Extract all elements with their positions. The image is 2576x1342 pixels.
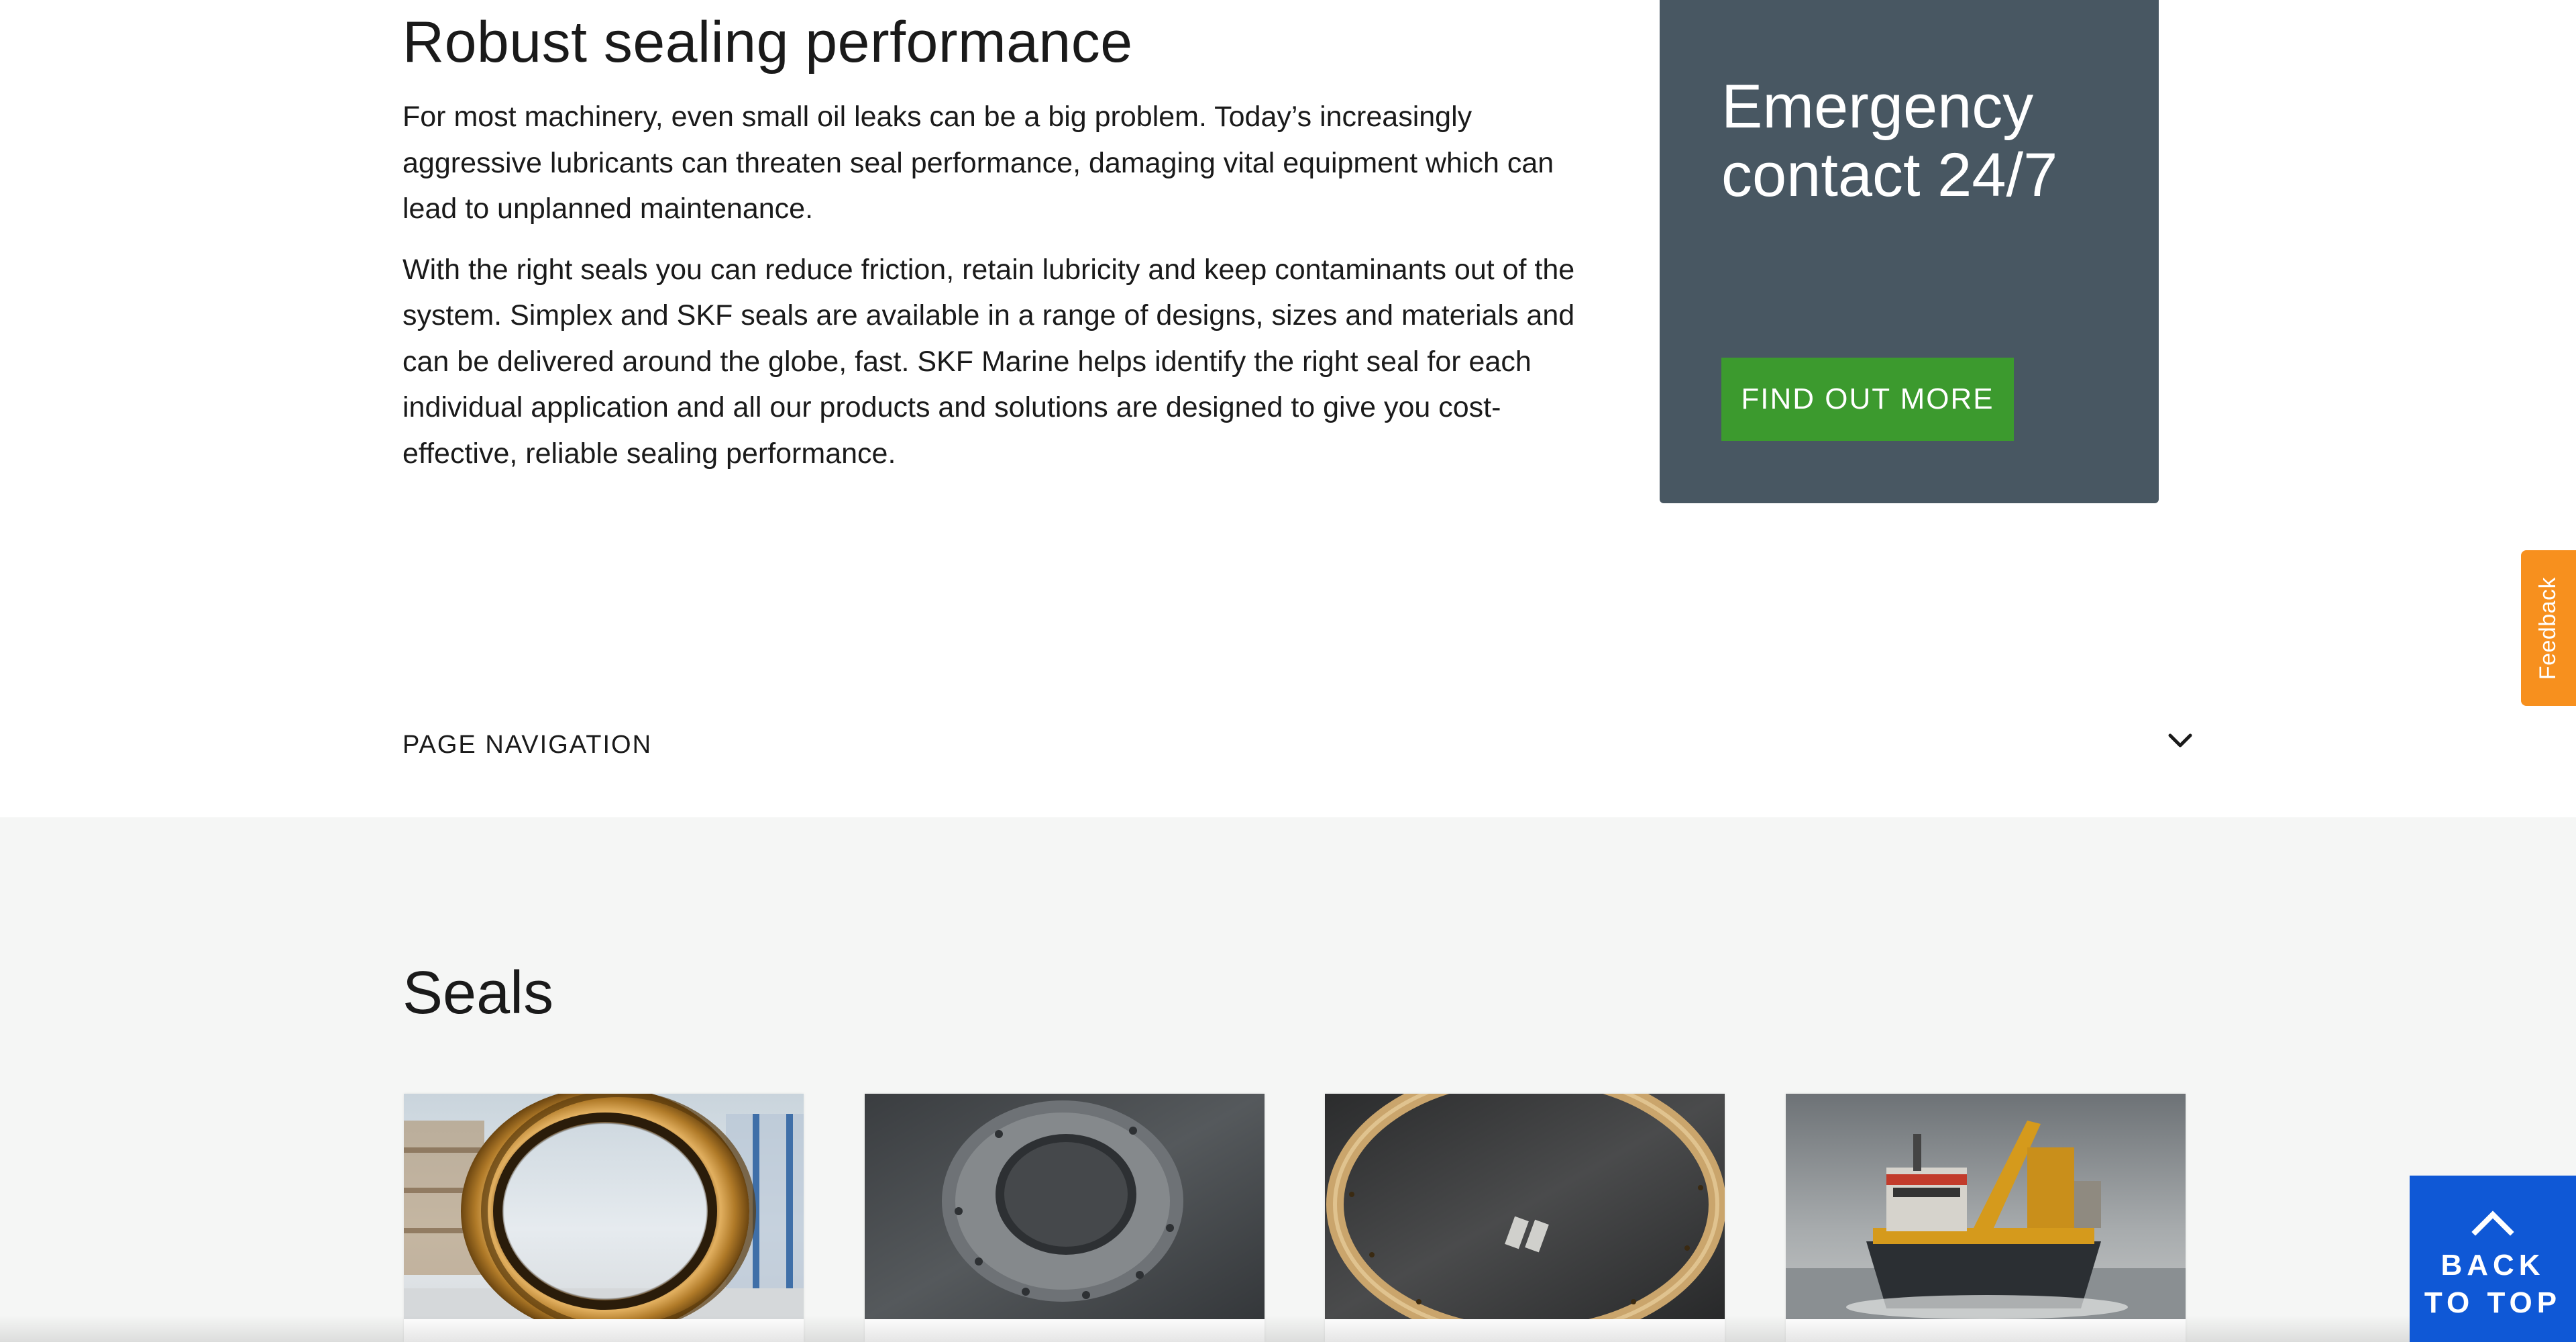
feedback-label: Feedback xyxy=(2535,576,2561,680)
seal-card-image xyxy=(404,1094,804,1319)
seal-card-image xyxy=(1325,1094,1725,1319)
back-to-top-label: BACK TO TOP xyxy=(2410,1247,2576,1322)
back-to-top-line-2: TO TOP xyxy=(2424,1286,2562,1319)
seal-card-image xyxy=(1786,1094,2186,1319)
emergency-contact-card: Emergency contact 24/7 FIND OUT MORE xyxy=(1660,0,2159,503)
seal-card-3[interactable] xyxy=(1325,1094,1725,1342)
back-to-top-line-1: BACK xyxy=(2440,1249,2545,1282)
feedback-tab[interactable]: Feedback xyxy=(2521,550,2576,706)
find-out-more-button[interactable]: FIND OUT MORE xyxy=(1721,358,2014,441)
seal-card-2[interactable] xyxy=(865,1094,1265,1342)
seals-section: Seals xyxy=(0,817,2576,1342)
top-section: Robust sealing performance For most mach… xyxy=(0,0,2576,817)
chevron-up-icon xyxy=(2471,1210,2514,1236)
chevron-down-icon[interactable] xyxy=(2160,721,2200,761)
back-to-top-button[interactable]: BACK TO TOP xyxy=(2410,1176,2576,1342)
intro-paragraph-1: For most machinery, even small oil leaks… xyxy=(402,101,1554,225)
intro-paragraph-2: With the right seals you can reduce fric… xyxy=(402,253,1575,470)
page-navigation-label: PAGE NAVIGATION xyxy=(402,730,653,759)
seal-card-image xyxy=(865,1094,1265,1319)
intro-block: Robust sealing performance For most mach… xyxy=(402,0,1583,476)
seal-card-1[interactable] xyxy=(404,1094,804,1342)
page-navigation-toggle[interactable]: PAGE NAVIGATION xyxy=(402,711,2200,778)
bottom-shadow xyxy=(0,1315,2576,1342)
section-heading: Robust sealing performance xyxy=(402,10,1133,74)
emergency-card-title: Emergency contact 24/7 xyxy=(1721,72,2058,209)
seal-card-4[interactable] xyxy=(1786,1094,2186,1342)
seals-title: Seals xyxy=(402,960,554,1027)
